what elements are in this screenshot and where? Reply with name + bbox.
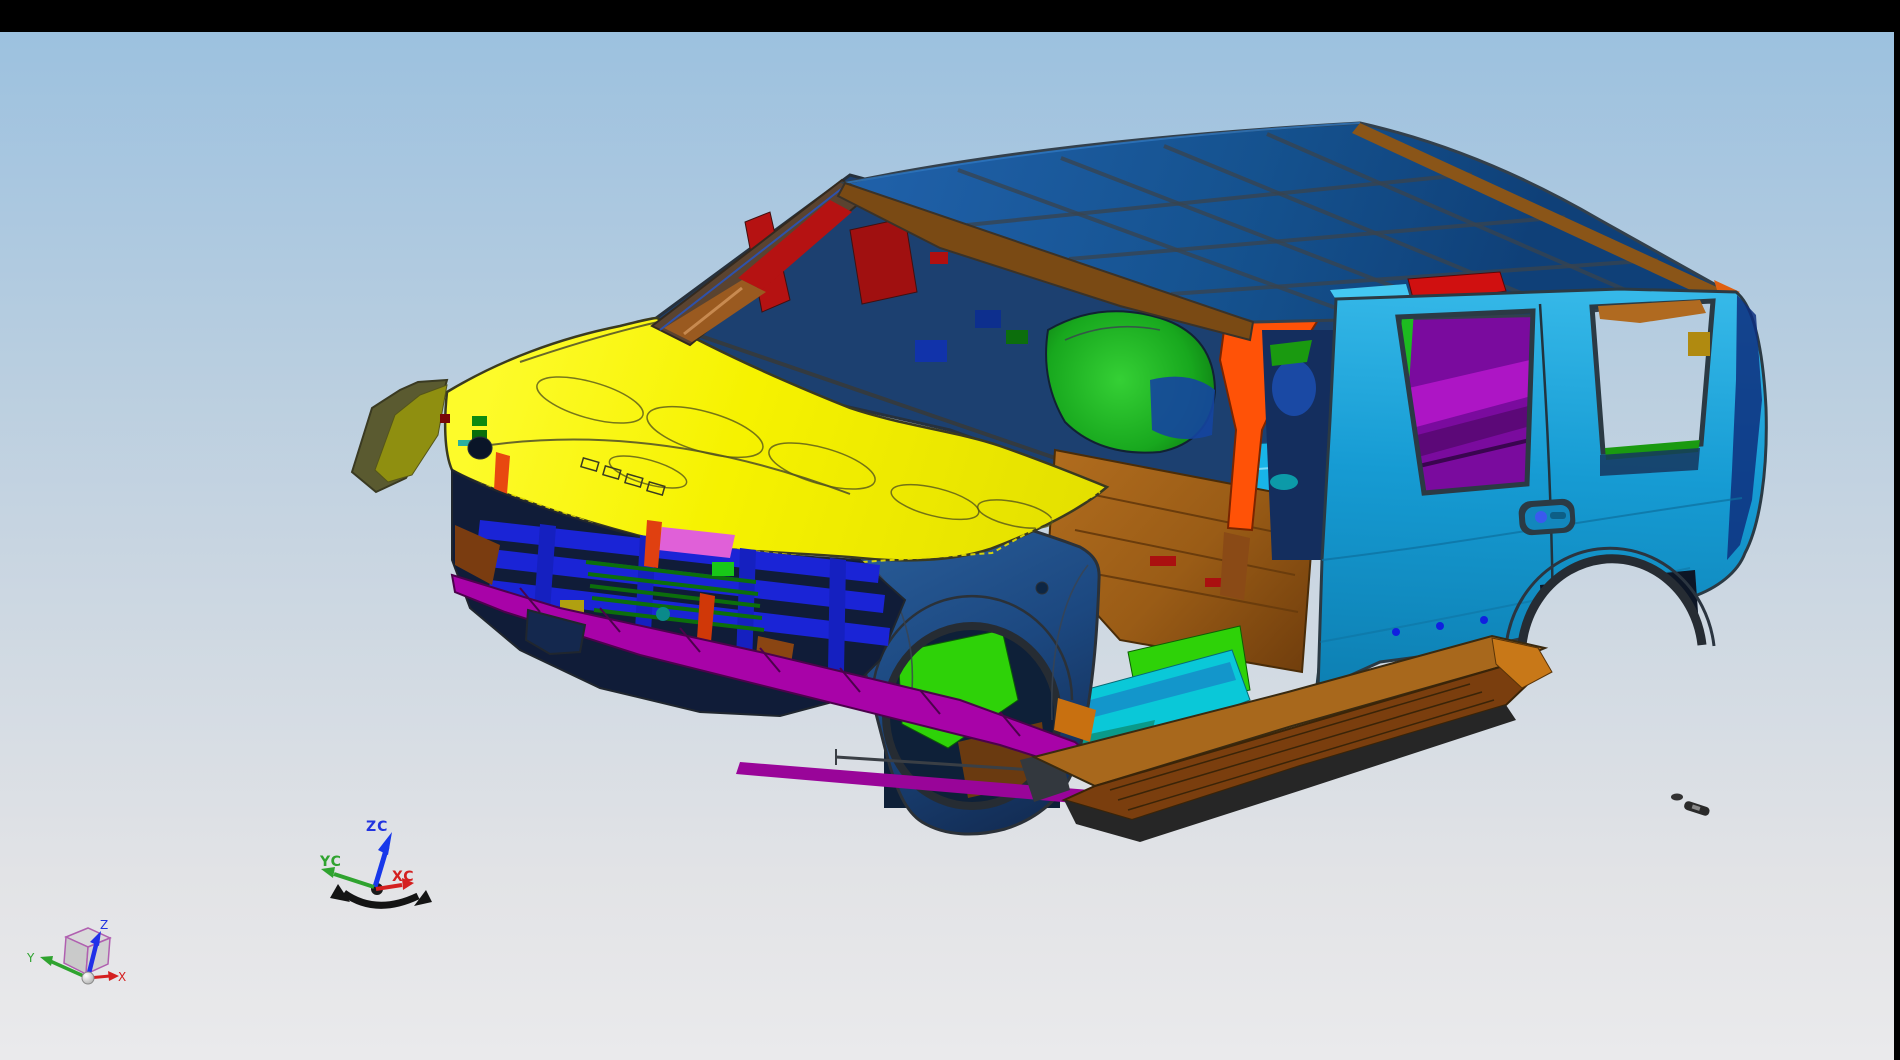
view-y-label: Y <box>26 951 35 965</box>
interior-chip-navy[interactable] <box>975 310 1001 328</box>
grille-post[interactable] <box>828 558 846 672</box>
view-z-label: Z <box>100 918 108 932</box>
tip-green-chip[interactable] <box>472 416 487 426</box>
bay-green-chip[interactable] <box>712 562 734 576</box>
door-plug-blue <box>1392 628 1400 636</box>
view-origin-sphere[interactable] <box>82 972 94 984</box>
top-frame-bar <box>0 0 1900 32</box>
handle-grip[interactable] <box>1550 512 1566 519</box>
wcs-y-label: YC <box>319 854 342 870</box>
graphics-viewport[interactable]: ZC YC XC Z Y X <box>0 0 1900 1060</box>
wcs-z-label: ZC <box>366 819 388 835</box>
quarter-tab-olive[interactable] <box>1688 332 1710 356</box>
headlamp-pocket[interactable] <box>468 437 492 459</box>
cad-window: ZC YC XC Z Y X <box>0 0 1900 1060</box>
door-handle[interactable] <box>1518 498 1576 536</box>
view-x-label: X <box>118 970 126 984</box>
wcs-x-label: XC <box>392 869 415 885</box>
interior-chip-blue[interactable] <box>915 340 947 362</box>
frame-blue-boss[interactable] <box>1272 360 1316 416</box>
door-plug-blue <box>1480 616 1488 624</box>
frame-teal-wisp[interactable] <box>1270 474 1298 490</box>
right-frame-bar <box>1894 0 1900 1060</box>
interior-chip-green[interactable] <box>1006 330 1028 344</box>
door-plug-blue <box>1436 622 1444 630</box>
tip-red-chip[interactable] <box>440 414 450 423</box>
floor-red-chip[interactable] <box>1150 556 1176 566</box>
fender-hole <box>1036 582 1048 594</box>
handle-lock-blue[interactable] <box>1535 511 1547 523</box>
engine-block-blue[interactable] <box>1150 377 1215 439</box>
bay-teal-dot[interactable] <box>656 607 670 621</box>
body-side-group[interactable] <box>1318 289 1766 718</box>
interior-chip-red[interactable] <box>930 252 948 264</box>
